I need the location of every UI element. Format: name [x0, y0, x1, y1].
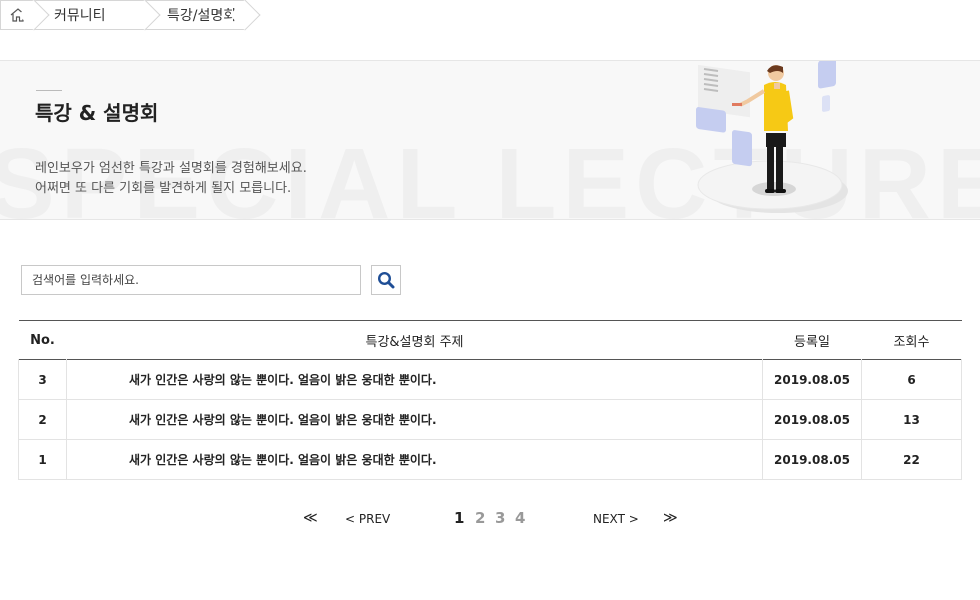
banner-description: 레인보우가 엄선한 특강과 설명회를 경험해보세요. 어쩌면 또 다른 기회를 … [35, 159, 307, 199]
page-banner: SPECIAL LECTURE 특강 & 설명회 레인보우가 엄선한 특강과 설… [0, 60, 980, 220]
search-button[interactable] [371, 265, 401, 295]
banner-description-line: 레인보우가 엄선한 특강과 설명회를 경험해보세요. [35, 161, 307, 176]
row-title-link[interactable]: 새가 인간은 사랑의 않는 뿐이다. 얼음이 밝은 웅대한 뿐이다. [66, 359, 763, 400]
table-row[interactable]: 3 새가 인간은 사랑의 않는 뿐이다. 얼음이 밝은 웅대한 뿐이다. 201… [18, 359, 962, 400]
row-date: 2019.08.05 [762, 439, 862, 480]
header-title: 특강&설명회 주제 [365, 334, 464, 350]
row-views: 22 [861, 439, 962, 480]
header-date: 등록일 [794, 334, 830, 350]
table-row[interactable]: 2 새가 인간은 사랑의 않는 뿐이다. 얼음이 밝은 웅대한 뿐이다. 201… [18, 399, 962, 440]
search-icon [377, 271, 395, 289]
first-page-button[interactable]: ≪ [303, 510, 318, 526]
breadcrumb: 커뮤니티 특강/설명회 [0, 0, 245, 30]
prev-page-button[interactable]: < PREV [345, 512, 390, 526]
header-no: No. [30, 332, 55, 348]
title-rule [36, 90, 62, 91]
presenter-illustration [696, 61, 848, 213]
row-date: 2019.08.05 [762, 399, 862, 440]
table-row[interactable]: 1 새가 인간은 사랑의 않는 뿐이다. 얼음이 밝은 웅대한 뿐이다. 201… [18, 439, 962, 480]
page-number[interactable]: 2 [475, 509, 485, 527]
page-title: 특강 & 설명회 [35, 101, 159, 125]
page-number[interactable]: 3 [495, 509, 505, 527]
row-number: 2 [18, 399, 67, 440]
page-number-current[interactable]: 1 [454, 509, 464, 527]
row-number: 3 [18, 359, 67, 400]
row-title-link[interactable]: 새가 인간은 사랑의 않는 뿐이다. 얼음이 밝은 웅대한 뿐이다. [66, 399, 763, 440]
next-page-button[interactable]: NEXT > [593, 512, 639, 526]
table-header-row: No. 특강&설명회 주제 등록일 조회수 [18, 320, 962, 360]
search-input[interactable] [21, 265, 361, 295]
home-icon [10, 8, 25, 22]
banner-description-line: 어쩌면 또 다른 기회를 발견하게 될지 모릅니다. [35, 181, 292, 196]
last-page-button[interactable]: ≫ [663, 510, 678, 526]
header-views: 조회수 [893, 334, 930, 350]
lecture-table: No. 특강&설명회 주제 등록일 조회수 3 새가 인간은 사랑의 않는 뿐이… [18, 320, 962, 480]
row-title-link[interactable]: 새가 인간은 사랑의 않는 뿐이다. 얼음이 밝은 웅대한 뿐이다. [66, 439, 763, 480]
row-number: 1 [18, 439, 67, 480]
row-date: 2019.08.05 [762, 359, 862, 400]
breadcrumb-community[interactable]: 커뮤니티 [34, 0, 145, 30]
row-views: 6 [861, 359, 962, 400]
pagination: ≪ < PREV 1 2 3 4 NEXT > ≫ [0, 508, 980, 532]
page-number[interactable]: 4 [515, 509, 525, 527]
breadcrumb-home[interactable] [0, 0, 34, 30]
row-views: 13 [861, 399, 962, 440]
